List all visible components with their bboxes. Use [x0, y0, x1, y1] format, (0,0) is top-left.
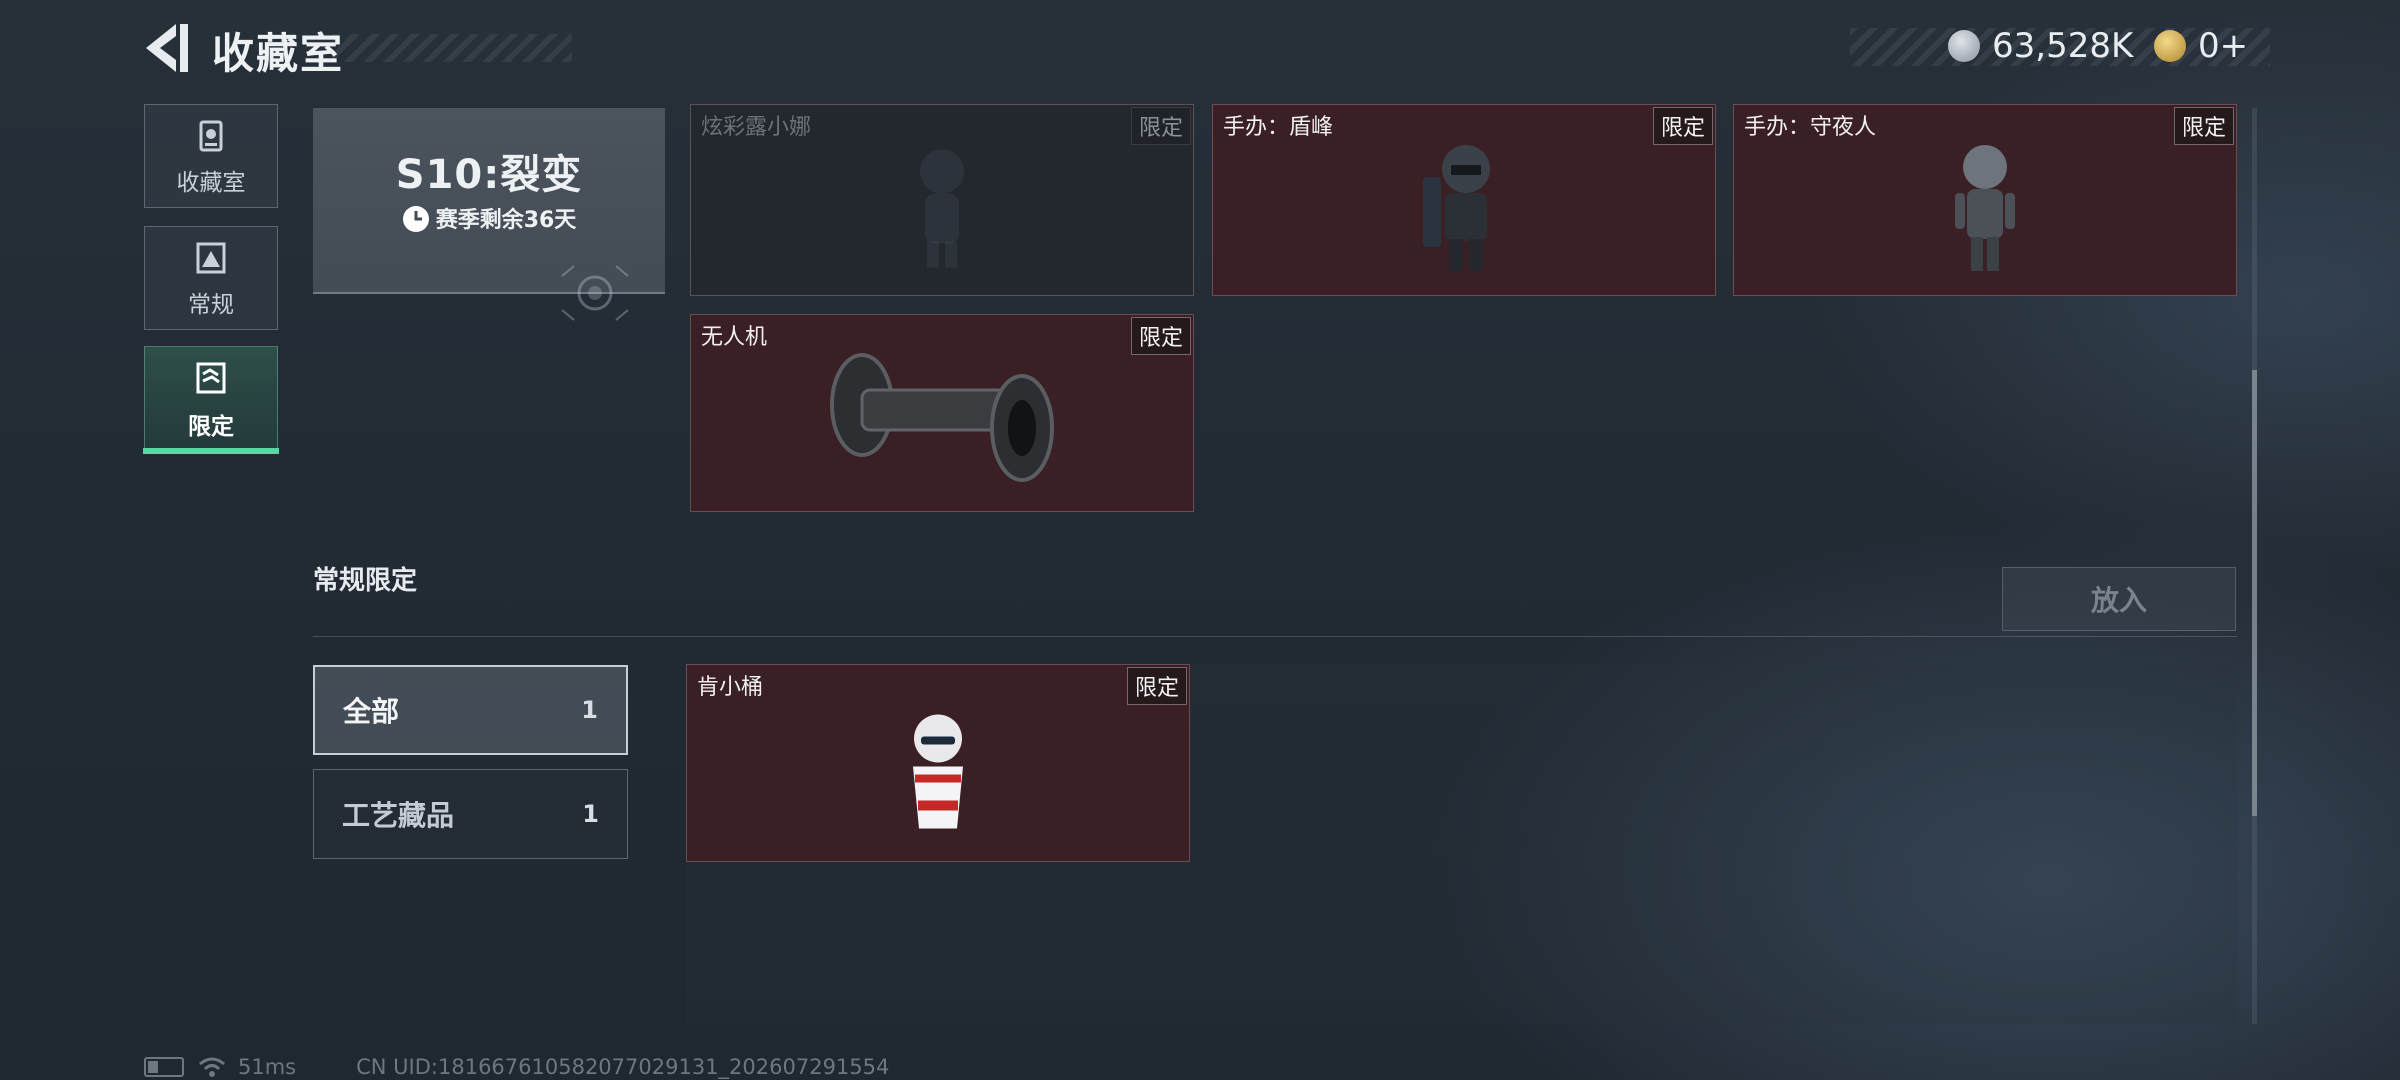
back-button[interactable]: [142, 22, 192, 74]
limited-image-icon: [196, 362, 226, 394]
selected-indicator: [143, 448, 279, 454]
drone-icon: [830, 353, 1054, 482]
clock-icon: [402, 206, 429, 232]
night-watch-figure-icon: [1955, 145, 2015, 271]
nav-item-label: 收藏室: [176, 170, 246, 196]
nav-item-regular[interactable]: 常规: [144, 226, 278, 330]
limited-tag: 限定: [2173, 107, 2234, 145]
ping-value: 51ms: [238, 1055, 297, 1079]
item-card[interactable]: 手办：盾峰 限定: [1212, 104, 1716, 296]
filter-count: 1: [581, 696, 598, 724]
bucket-figure-icon: [913, 714, 963, 829]
limited-tag: 限定: [1130, 107, 1191, 145]
item-name: 炫彩露小娜: [701, 115, 812, 140]
uid-text: CN UID:181667610582077029131_20260729155…: [356, 1055, 890, 1079]
limited-tag: 限定: [1652, 107, 1713, 145]
figure-silhouette-icon: [920, 149, 964, 268]
page-title: 收藏室: [212, 29, 345, 78]
back-arrow-icon: [146, 24, 188, 72]
season-remaining: 赛季剩余36天: [313, 202, 665, 234]
currency-primary-value: 63,528K: [1992, 26, 2134, 66]
item-card[interactable]: 肯小桶 限定: [686, 664, 1190, 862]
item-card-locked[interactable]: 炫彩露小娜 限定: [690, 104, 1194, 296]
nav-item-label: 常规: [188, 292, 234, 318]
mountain-image-icon: [196, 242, 226, 274]
nav-item-label: 限定: [188, 414, 234, 440]
filter-craft-collectibles[interactable]: 工艺藏品 1: [313, 769, 628, 859]
item-name: 手办：盾峰: [1223, 115, 1334, 140]
scrollbar-thumb[interactable]: [2252, 370, 2257, 816]
limited-tag: 限定: [1126, 667, 1187, 705]
status-footer: 51ms CN UID:181667610582077029131_202607…: [144, 1055, 889, 1079]
trophy-icon: [199, 120, 223, 152]
season-title: S10:裂变: [395, 152, 583, 198]
filter-label: 全部: [343, 695, 400, 728]
currency-secondary-value: 0+: [2198, 26, 2249, 66]
filter-label: 工艺藏品: [342, 799, 455, 832]
filter-all[interactable]: 全部 1: [313, 665, 628, 755]
filter-count: 1: [582, 800, 599, 828]
season-remaining-text: 赛季剩余36天: [435, 208, 577, 233]
item-card[interactable]: 无人机 限定: [690, 314, 1194, 512]
section-title: 常规限定: [313, 566, 418, 596]
divider: [313, 636, 2237, 637]
battery-icon: [144, 1057, 184, 1077]
premium-coin-icon: [2154, 30, 2186, 62]
item-card[interactable]: 手办：守夜人 限定: [1733, 104, 2237, 296]
limited-tag: 限定: [1130, 317, 1191, 355]
wifi-icon: [199, 1057, 225, 1077]
target-icon: [561, 265, 629, 321]
coin-icon: [1948, 30, 1980, 62]
item-name: 无人机: [701, 325, 768, 350]
nav-item-collection[interactable]: 收藏室: [144, 104, 278, 208]
title-decoration: [332, 34, 572, 62]
shield-figure-icon: [1423, 145, 1490, 271]
currency-secondary: 0+: [2154, 26, 2248, 66]
item-name: 手办：守夜人: [1744, 115, 1877, 140]
item-name: 肯小桶: [697, 675, 764, 700]
put-in-button[interactable]: 放入: [2002, 567, 2236, 631]
nav-item-limited[interactable]: 限定: [144, 346, 278, 452]
currency-primary: 63,528K: [1948, 26, 2133, 66]
